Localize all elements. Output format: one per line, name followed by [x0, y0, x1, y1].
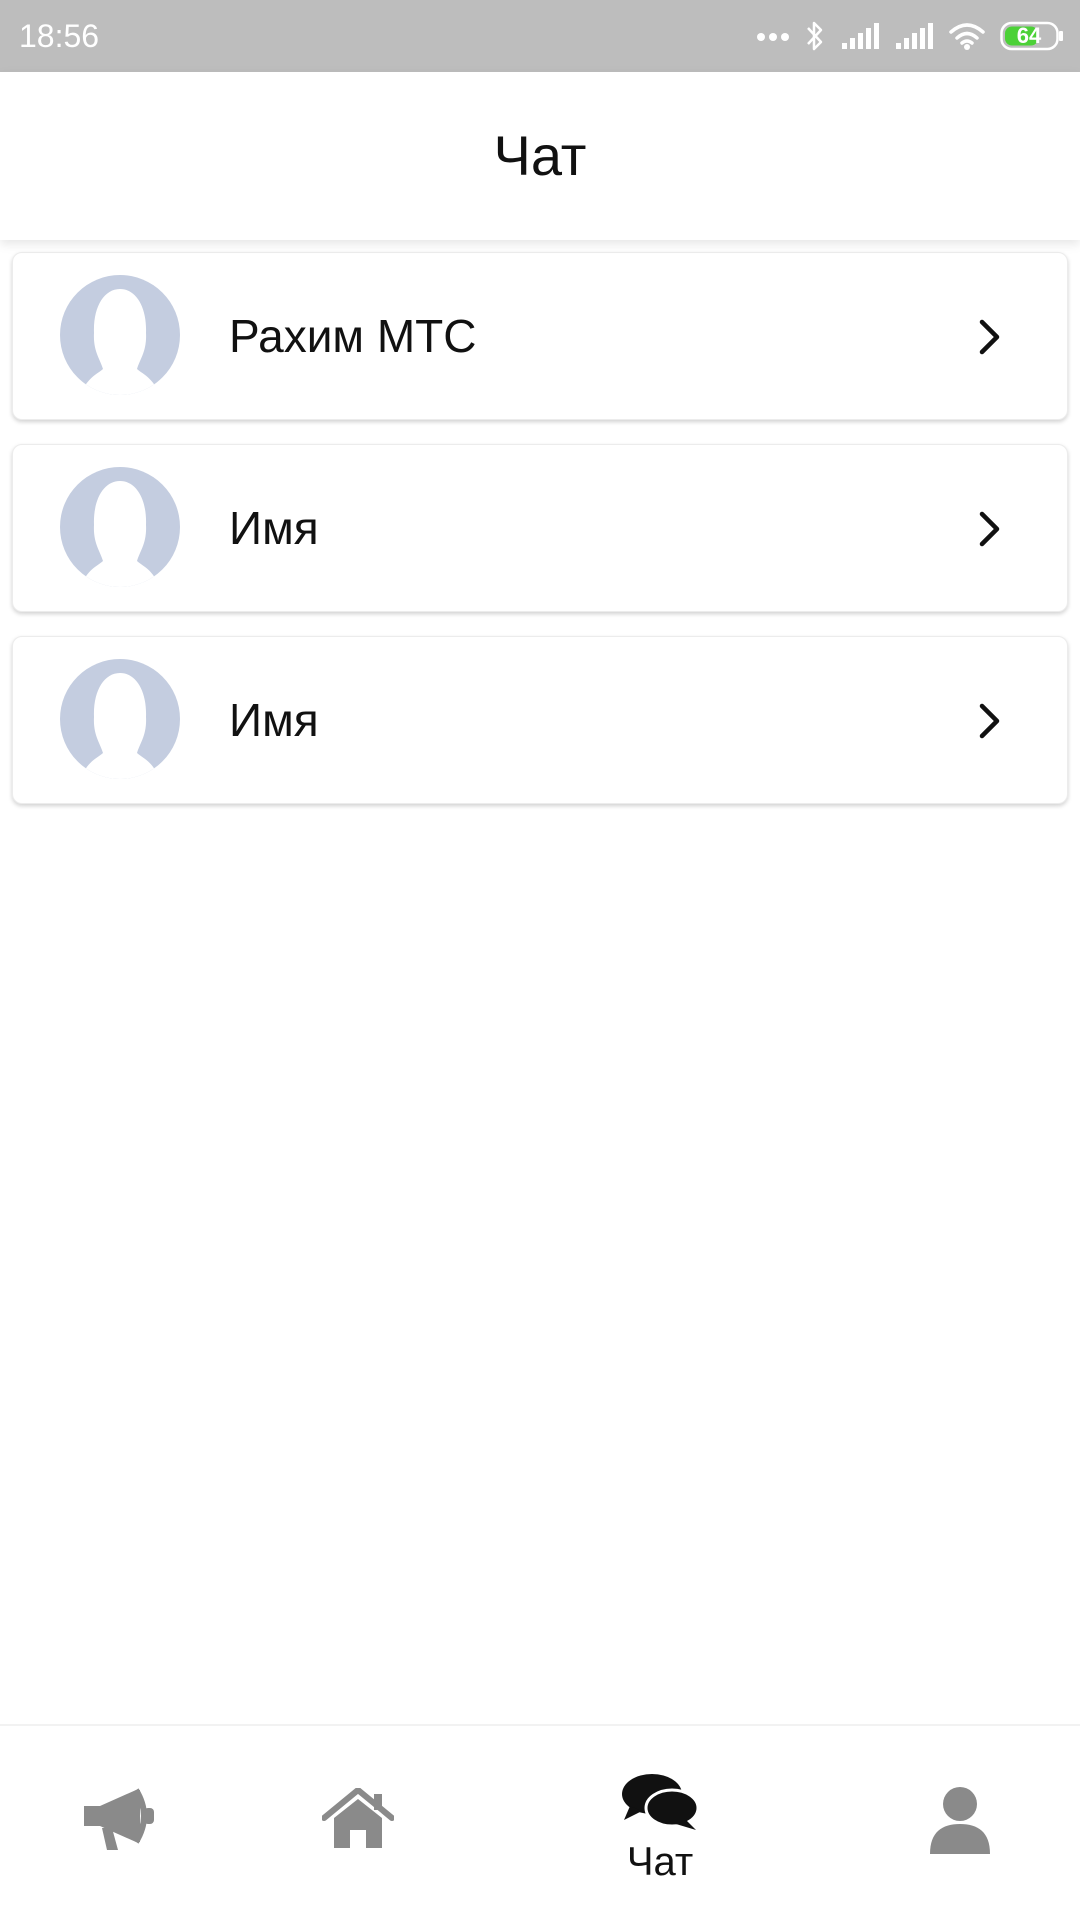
chat-bubbles-icon	[622, 1774, 700, 1830]
chat-name: Рахим МТС	[229, 310, 477, 362]
megaphone-icon	[84, 1788, 154, 1850]
more-dots-icon	[757, 33, 789, 41]
avatar-placeholder-icon	[60, 659, 180, 779]
signal-icon	[842, 23, 879, 49]
nav-tab-home[interactable]	[258, 1726, 458, 1920]
status-time: 18:56	[19, 18, 100, 54]
wifi-icon	[949, 23, 985, 50]
chat-list-item[interactable]: Рахим МТС	[12, 252, 1068, 420]
nav-tab-chat[interactable]: Чат	[560, 1726, 760, 1920]
chat-screen: 18:56 64 Чат Рахим МТС Имя Имя Чат	[0, 0, 1080, 1920]
battery-icon: 64	[1000, 21, 1064, 51]
avatar-placeholder-icon	[60, 275, 180, 395]
nav-tab-chat-label: Чат	[626, 1840, 694, 1884]
avatar-placeholder-icon	[60, 467, 180, 587]
battery-level: 64	[1016, 23, 1042, 48]
status-bar: 18:56 64	[0, 0, 1080, 72]
chat-list-item[interactable]: Имя	[12, 444, 1068, 612]
chevron-right-icon	[979, 703, 1000, 739]
status-icons: 64	[756, 18, 1064, 54]
bottom-nav: Чат	[0, 1724, 1080, 1920]
chevron-right-icon	[979, 511, 1000, 547]
nav-tab-announcements[interactable]	[20, 1726, 220, 1920]
user-icon	[930, 1787, 990, 1854]
chevron-right-icon	[979, 319, 1000, 355]
signal-icon	[896, 23, 933, 49]
chat-name: Имя	[229, 694, 319, 746]
nav-tab-profile[interactable]	[860, 1726, 1060, 1920]
home-icon	[322, 1788, 394, 1848]
app-header: Чат	[0, 72, 1080, 240]
page-title: Чат	[493, 124, 587, 187]
chat-list-item[interactable]: Имя	[12, 636, 1068, 804]
bluetooth-icon	[807, 21, 823, 51]
chat-list: Рахим МТС Имя Имя	[12, 252, 1068, 828]
chat-name: Имя	[229, 502, 319, 554]
